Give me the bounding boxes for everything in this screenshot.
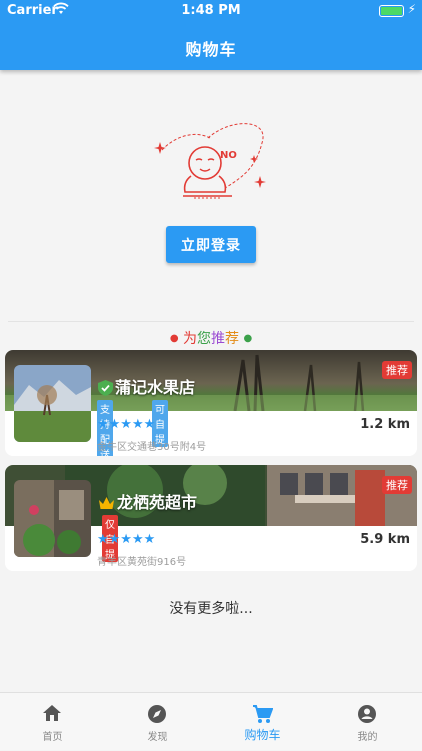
verified-shield-icon	[98, 380, 113, 396]
account-icon	[358, 705, 376, 723]
tab-home[interactable]: 首页	[0, 693, 105, 751]
store-name-text: 蒲记水果店	[115, 378, 196, 397]
page-title: 购物车	[185, 40, 237, 59]
store-card[interactable]: 蒲记水果店 支持配送 可自提 推荐 ★★★★★ 1.2 km 金牛区交通巷30号…	[5, 350, 417, 456]
recommend-title-char: 您	[197, 331, 211, 347]
crown-icon	[99, 497, 114, 509]
section-divider	[8, 321, 414, 322]
login-button[interactable]: 立即登录	[166, 226, 256, 263]
cart-icon	[253, 705, 273, 723]
store-thumbnail	[14, 365, 91, 442]
recommend-badge: 推荐	[382, 361, 412, 379]
store-name: 龙栖苑超市	[98, 489, 197, 513]
tab-cart[interactable]: 购物车	[210, 693, 315, 751]
empty-cart-illustration: NO	[154, 123, 266, 199]
decor-dot-right: ●	[243, 333, 253, 344]
charging-icon: ⚡	[407, 2, 416, 16]
tab-mine[interactable]: 我的	[315, 693, 420, 751]
tab-label: 购物车	[244, 728, 281, 742]
decor-dot-left: ●	[169, 333, 179, 344]
status-time: 1:48 PM	[181, 3, 241, 18]
battery-icon	[379, 5, 404, 17]
tab-discover[interactable]: 发现	[105, 693, 210, 751]
home-icon	[43, 705, 61, 721]
store-distance: 1.2 km	[360, 417, 410, 432]
rating-stars: ★★★★★	[97, 532, 156, 547]
recommend-title-char: 荐	[225, 331, 239, 347]
tab-label: 我的	[357, 732, 378, 743]
status-bar: Carrier 1:48 PM ⚡	[0, 0, 422, 22]
illustration-no-text: NO	[220, 150, 237, 161]
store-distance: 5.9 km	[360, 532, 410, 547]
store-thumbnail	[14, 480, 91, 557]
store-card[interactable]: 龙栖苑超市 仅自提 推荐 ★★★★★ 5.9 km 青羊区黄苑街916号	[5, 465, 417, 571]
store-address: 青羊区黄苑街916号	[97, 557, 187, 568]
no-more-text: 没有更多啦...	[169, 601, 253, 617]
tab-label: 首页	[42, 732, 63, 743]
compass-icon	[148, 705, 166, 723]
recommend-title-char: 推	[211, 331, 225, 347]
store-address: 金牛区交通巷30号附4号	[97, 442, 207, 453]
recommend-title-char: 为	[183, 331, 197, 347]
store-name: 蒲记水果店	[98, 374, 195, 398]
recommend-badge: 推荐	[382, 476, 412, 494]
rating-stars: ★★★★★	[97, 417, 156, 432]
app-header: Carrier 1:48 PM ⚡ 购物车	[0, 0, 422, 70]
tab-label: 发现	[147, 732, 168, 743]
store-name-text: 龙栖苑超市	[117, 493, 198, 512]
bottom-tab-bar: 首页 发现 购物车 我的	[0, 692, 422, 750]
recommend-title: ● 为您推荐 ●	[0, 328, 422, 348]
